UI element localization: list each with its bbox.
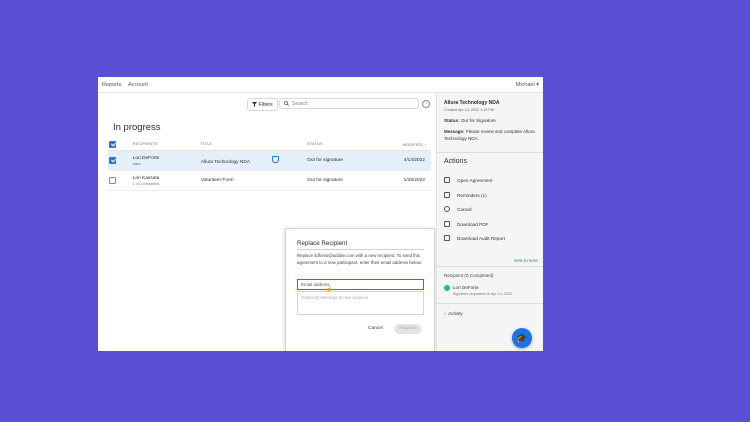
action-label: Cancel: [457, 206, 472, 212]
download-icon: [444, 221, 450, 227]
header-recipients[interactable]: RECIPIENTS: [131, 138, 200, 151]
action-label: Download Audit Report: [457, 235, 505, 241]
table-row[interactable]: Lori Kassata 1 of 2 completed Volunteer F…: [108, 170, 431, 191]
action-label: Open Agreement: [457, 177, 493, 183]
replace-recipient-dialog: Replace Recipient Replace lidfonio@adobe…: [285, 228, 435, 351]
table-row[interactable]: Lori DeForte sales Allura Technology NDA …: [108, 150, 431, 171]
panel-divider: [437, 303, 543, 304]
modified-date: 1/25/2022: [401, 170, 431, 191]
nav-reports[interactable]: Reports: [102, 82, 121, 88]
recipient-sub: sales: [132, 161, 142, 166]
cancel-button[interactable]: Cancel: [368, 326, 383, 331]
created-date: Created Apr 14, 2022 1:19 PM: [444, 108, 494, 112]
recipient-status-dot: [444, 285, 450, 291]
toolbar: Filters Search ?: [98, 98, 436, 111]
recipient-name: Lori Kassata: [132, 175, 160, 181]
panel-agreement-title: Allura Technology NDA: [444, 100, 500, 106]
action-cancel[interactable]: Cancel: [444, 206, 472, 212]
header-modified-label: MODIFIED: [402, 142, 423, 147]
dialog-description: Replace lidfonio@adobe.com with a new re…: [297, 253, 422, 265]
panel-message: Message: Please review and complete Allu…: [444, 129, 540, 142]
action-label: Reminders (1): [457, 192, 487, 198]
top-nav: Reports Account Michael ▾: [98, 77, 543, 93]
row-checkbox[interactable]: [109, 157, 116, 164]
dialog-title: Replace Recipient: [297, 240, 348, 247]
see-more-link[interactable]: See 6 more: [514, 258, 538, 263]
action-label: Download PDF: [457, 221, 489, 227]
status-label: Status:: [444, 118, 460, 123]
user-menu[interactable]: Michael ▾: [516, 82, 539, 88]
nav-account[interactable]: Account: [128, 82, 148, 88]
search-placeholder: Search: [292, 100, 308, 107]
cancel-icon: [444, 206, 450, 212]
learn-button[interactable]: 🎓: [512, 328, 532, 348]
email-field[interactable]: Email address: [297, 279, 424, 290]
document-icon: [444, 177, 450, 183]
panel-divider: [437, 152, 543, 153]
action-download-audit[interactable]: Download Audit Report: [444, 235, 505, 241]
message-textarea[interactable]: (Optional) Message to new recipient: [297, 291, 424, 315]
app-window: Reports Account Michael ▾ Filters Search…: [98, 77, 543, 351]
sort-down-icon: ↓: [424, 141, 427, 147]
replace-button[interactable]: Replace: [394, 324, 422, 334]
header-modified[interactable]: MODIFIED ↓: [401, 138, 431, 151]
details-panel: Allura Technology NDA Created Apr 14, 20…: [436, 93, 543, 351]
table-header-row: RECIPIENTS TITLE STATUS MODIFIED ↓: [108, 138, 431, 151]
panel-recipient-name[interactable]: Lori DeForte: [453, 285, 479, 290]
action-open-agreement[interactable]: Open Agreement: [444, 177, 492, 183]
modified-date: 4/14/2022: [401, 150, 431, 171]
agreement-title: Volunteer Form: [199, 170, 307, 191]
filters-button[interactable]: Filters: [247, 98, 278, 111]
filters-label: Filters: [259, 101, 273, 108]
page-title: In progress: [113, 122, 161, 133]
message-label: Message:: [444, 129, 465, 134]
search-input[interactable]: Search: [279, 98, 419, 109]
row-checkbox[interactable]: [109, 177, 116, 184]
panel-divider: [437, 266, 543, 267]
funnel-icon: [252, 102, 257, 107]
header-title[interactable]: TITLE: [199, 138, 307, 151]
panel-recipient-sub: Signature requested on Apr 14, 2022: [453, 292, 512, 296]
action-download-pdf[interactable]: Download PDF: [444, 221, 489, 227]
audit-report-icon: [444, 235, 450, 241]
actions-title: Actions: [444, 158, 467, 165]
status-value: Out for Signature: [460, 118, 496, 123]
shield-icon: [272, 156, 280, 163]
action-reminders[interactable]: Reminders (1): [444, 192, 487, 198]
clock-icon: [444, 192, 450, 198]
activity-toggle[interactable]: › Activity: [444, 311, 463, 316]
panel-status: Status: Out for Signature: [444, 118, 496, 123]
recipient-sub: 1 of 2 completed: [132, 181, 160, 186]
help-icon[interactable]: ?: [422, 100, 430, 108]
main-content: Filters Search ? In progress RECIPIENTS …: [98, 93, 436, 351]
graduation-cap-icon: 🎓: [516, 333, 528, 343]
agreement-title: Allura Technology NDA: [200, 160, 251, 165]
agreements-table: RECIPIENTS TITLE STATUS MODIFIED ↓ Lori D…: [108, 138, 431, 191]
select-all-checkbox[interactable]: [109, 140, 116, 148]
dialog-divider: [297, 249, 424, 250]
header-status[interactable]: STATUS: [306, 138, 402, 151]
agreement-status: Out for signature: [306, 170, 402, 191]
agreement-status: Out for signature: [306, 150, 402, 171]
recipients-title: Recipient (0 Completed): [444, 273, 494, 278]
search-icon: [284, 101, 289, 106]
recipient-name: Lori DeForte: [132, 155, 160, 161]
chevron-right-icon: ›: [444, 311, 446, 316]
activity-label: Activity: [448, 311, 463, 316]
